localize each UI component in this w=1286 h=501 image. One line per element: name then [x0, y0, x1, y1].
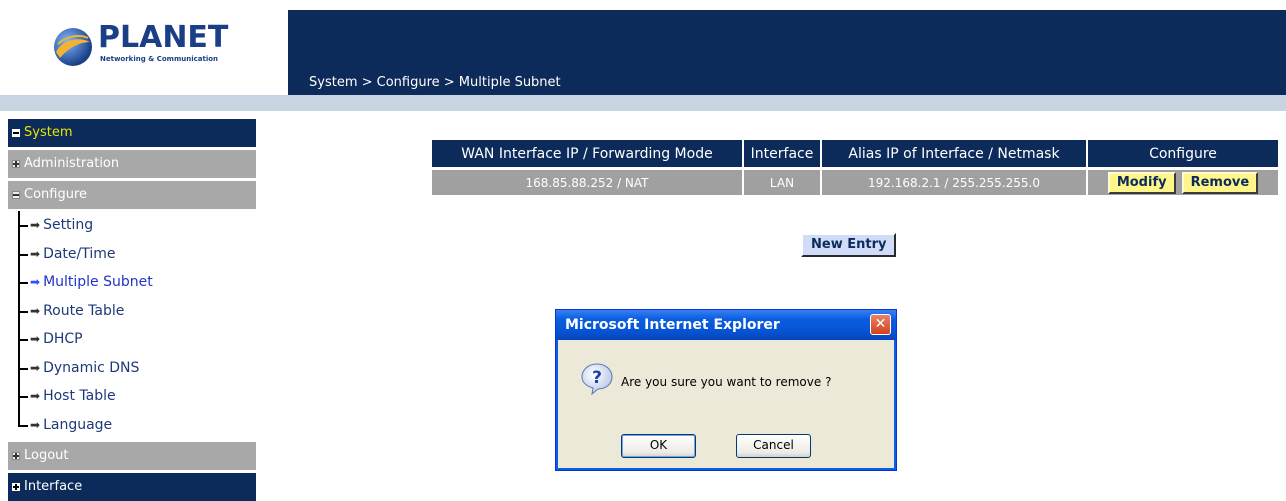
- dialog-body: ? Are you sure you want to remove ? OK C…: [556, 340, 896, 470]
- arrow-right-icon: ➡: [30, 218, 41, 233]
- collapse-icon: [12, 191, 20, 199]
- sidebar-item-label: System: [24, 125, 73, 140]
- sidebar-item-setting[interactable]: ➡ Setting: [14, 211, 256, 240]
- sidebar-item-label: Configure: [24, 187, 88, 202]
- column-header-alias: Alias IP of Interface / Netmask: [822, 140, 1088, 167]
- expand-icon: [12, 452, 20, 460]
- dialog-title: Microsoft Internet Explorer: [565, 317, 780, 333]
- tree-connector: [14, 296, 30, 326]
- arrow-right-icon: ➡: [30, 417, 41, 432]
- table-header-row: WAN Interface IP / Forwarding Mode Inter…: [432, 140, 1278, 167]
- arrow-right-icon: ➡: [30, 275, 41, 290]
- tree-connector: [14, 353, 30, 383]
- modify-button[interactable]: Modify: [1107, 171, 1176, 194]
- sidebar-item-route-table[interactable]: ➡ Route Table: [14, 296, 256, 326]
- planet-logo: PLANET Networking & Communication: [52, 22, 234, 70]
- cell-alias: 192.168.2.1 / 255.255.255.0: [822, 167, 1088, 195]
- sidebar: System Administration Configure ➡ Settin…: [8, 119, 256, 501]
- arrow-right-icon: ➡: [30, 389, 41, 404]
- logo-tagline: Networking & Communication: [100, 55, 219, 63]
- tree-connector: [14, 410, 30, 440]
- remove-button[interactable]: Remove: [1181, 171, 1259, 194]
- cancel-button[interactable]: Cancel: [736, 434, 811, 458]
- logo-wordmark: PLANET: [98, 20, 229, 55]
- column-header-configure: Configure: [1088, 140, 1278, 167]
- confirm-dialog: Microsoft Internet Explorer ✕ ? Are you …: [555, 309, 897, 471]
- arrow-right-icon: ➡: [30, 246, 41, 261]
- tree-connector: [14, 268, 30, 297]
- sidebar-item-label: Route Table: [43, 302, 125, 319]
- sidebar-item-label: Interface: [24, 479, 83, 494]
- sidebar-item-logout[interactable]: Logout: [8, 442, 256, 470]
- svg-text:?: ?: [592, 368, 602, 388]
- expand-icon: [12, 483, 20, 491]
- dialog-title-bar[interactable]: Microsoft Internet Explorer: [556, 310, 896, 340]
- cell-configure: Modify Remove: [1088, 167, 1278, 195]
- sidebar-item-multiple-subnet[interactable]: ➡ Multiple Subnet: [14, 268, 256, 297]
- cell-wan: 168.85.88.252 / NAT: [432, 167, 744, 195]
- header-banner: System > Configure > Multiple Subnet: [288, 10, 1286, 95]
- sidebar-item-administration[interactable]: Administration: [8, 150, 256, 178]
- sidebar-item-label: Administration: [24, 156, 120, 171]
- sidebar-item-date-time[interactable]: ➡ Date/Time: [14, 239, 256, 269]
- arrow-right-icon: ➡: [30, 303, 41, 318]
- table-row: 168.85.88.252 / NAT LAN 192.168.2.1 / 25…: [432, 167, 1278, 195]
- new-entry-button[interactable]: New Entry: [801, 233, 897, 257]
- tree-connector: [14, 382, 30, 411]
- configure-submenu: ➡ Setting ➡ Date/Time ➡ Multiple Subnet …: [8, 209, 256, 439]
- sidebar-item-label: Dynamic DNS: [43, 359, 140, 376]
- logo-area: PLANET Networking & Communication: [0, 0, 288, 95]
- tree-connector: [14, 211, 30, 240]
- planet-sphere-icon: [54, 28, 92, 66]
- header-divider: [0, 95, 1286, 111]
- multiple-subnet-table: WAN Interface IP / Forwarding Mode Inter…: [432, 140, 1278, 195]
- expand-icon: [12, 160, 20, 168]
- sidebar-item-host-table[interactable]: ➡ Host Table: [14, 382, 256, 411]
- sidebar-item-system[interactable]: System: [8, 119, 256, 147]
- close-icon[interactable]: ✕: [870, 314, 891, 335]
- question-icon: ?: [581, 363, 613, 396]
- sidebar-item-label: Logout: [24, 448, 69, 463]
- sidebar-item-interface[interactable]: Interface: [8, 473, 256, 501]
- column-header-interface: Interface: [744, 140, 822, 167]
- sidebar-item-configure[interactable]: Configure: [8, 181, 256, 209]
- sidebar-item-label: Language: [43, 416, 113, 433]
- column-header-wan: WAN Interface IP / Forwarding Mode: [432, 140, 744, 167]
- tree-connector: [14, 239, 30, 269]
- sidebar-item-label: Date/Time: [43, 245, 116, 262]
- collapse-icon: [12, 129, 20, 137]
- ok-button[interactable]: OK: [621, 434, 696, 458]
- arrow-right-icon: ➡: [30, 360, 41, 375]
- tree-connector: [14, 325, 30, 354]
- sidebar-item-label: Setting: [43, 217, 94, 234]
- sidebar-item-label: Multiple Subnet: [43, 274, 153, 291]
- sidebar-item-language[interactable]: ➡ Language: [14, 410, 256, 440]
- sidebar-item-label: Host Table: [43, 388, 116, 405]
- sidebar-item-dynamic-dns[interactable]: ➡ Dynamic DNS: [14, 353, 256, 383]
- breadcrumb: System > Configure > Multiple Subnet: [309, 75, 561, 90]
- arrow-right-icon: ➡: [30, 332, 41, 347]
- sidebar-item-label: DHCP: [43, 331, 83, 348]
- sidebar-item-dhcp[interactable]: ➡ DHCP: [14, 325, 256, 354]
- cell-interface: LAN: [744, 167, 822, 195]
- dialog-message: Are you sure you want to remove ?: [621, 375, 832, 389]
